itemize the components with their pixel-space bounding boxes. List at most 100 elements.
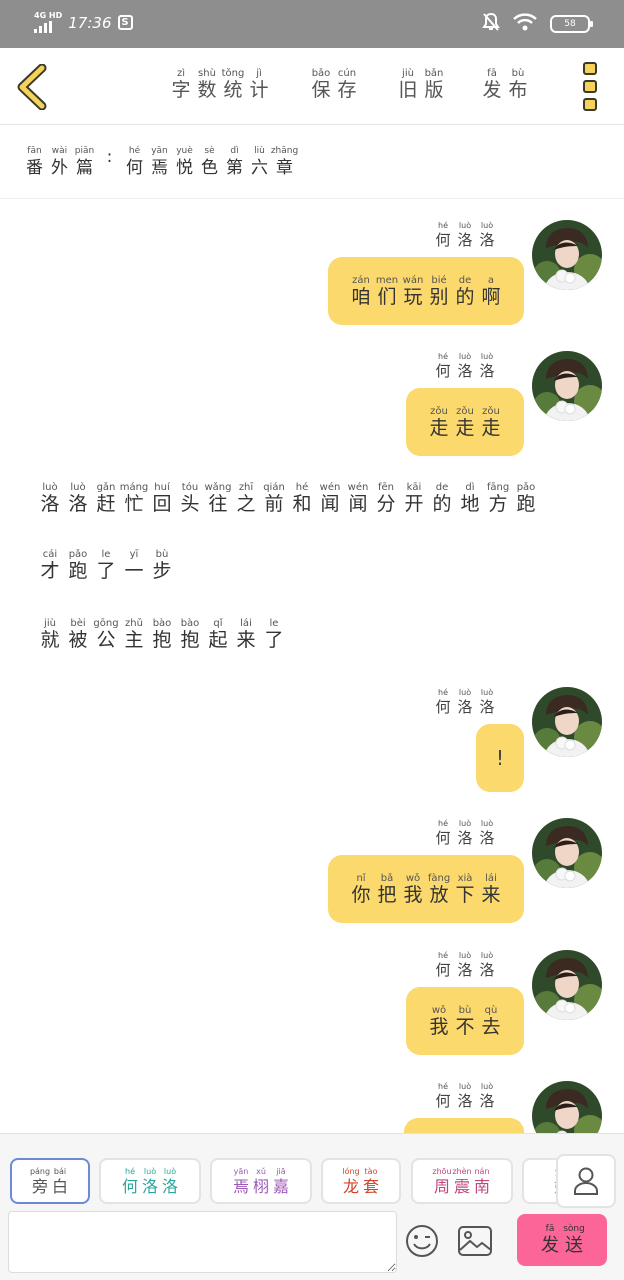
ruby-glyph: páng 旁 [30,1166,50,1196]
avatar[interactable] [532,818,602,888]
ruby-glyph: jiā 嘉 [271,1166,291,1196]
pinyin-text: luò [480,688,494,697]
hanzi-text: 抱 [152,629,172,651]
ruby-glyph: bié 别 [426,275,452,308]
ruby-glyph: luò 洛 [36,482,64,515]
pinyin-text: fā [487,68,497,79]
word-count-button[interactable]: zì 字 shù 数 tǒng 统 jì 计 [170,68,270,101]
hanzi-text: 不 [455,1015,475,1038]
avatar-image [532,687,602,757]
ruby-glyph: nán 南 [472,1166,492,1196]
hanzi-text: 旁 [31,1177,48,1196]
pinyin-text: piān [74,146,95,156]
hanzi-text: 何 [121,1177,138,1196]
ruby-glyph: jì 计 [248,68,270,101]
ruby-glyph: fān 番 [22,146,47,179]
ruby-glyph: qù 去 [478,1005,504,1038]
chat-message[interactable]: hé 何 luò 洛 luò 洛! [182,687,602,797]
pinyin-text: xià [457,872,473,884]
hanzi-text: 发 [482,79,502,101]
chat-message[interactable]: hé 何 luò 洛 luò 洛 zǒu 走 zǒu 走 zǒu 走 [182,351,602,461]
hanzi-text: 往 [208,493,228,515]
ruby-glyph: yuè 悦 [172,146,197,179]
hanzi-text: 走 [455,416,475,439]
pinyin-text: luò [42,482,58,493]
publish-button[interactable]: fā 发 bù 布 [481,68,529,101]
hanzi-text: 地 [460,493,480,515]
pinyin-text: zhāng [270,146,299,156]
hanzi-text: 洛 [479,362,495,380]
pinyin-text: luò [143,1167,157,1176]
hanzi-text: 震 [453,1177,470,1196]
pinyin-text: jì [256,68,262,79]
ruby-glyph: bǎ 把 [374,873,400,906]
pinyin-text: men [375,274,399,286]
ruby-glyph: yān 焉 [147,146,172,179]
message-bubble[interactable]: zǒu 走 zǒu 走 zǒu 走 [406,388,524,456]
message-input[interactable] [8,1211,397,1273]
pinyin-text: zhōu [432,1167,452,1176]
ruby-glyph: luò 洛 [454,687,476,716]
ruby-glyph: hé 何 [120,1166,140,1196]
emoji-button[interactable] [404,1223,440,1259]
hanzi-text: 送 [565,1234,583,1256]
avatar[interactable] [532,687,602,757]
pinyin-text: zán [352,274,370,286]
avatar[interactable] [532,220,602,290]
more-menu-button[interactable] [583,62,597,111]
pinyin-text: hé [438,688,448,697]
character-chip[interactable]: zhōu 周 zhèn 震 nán 南 [411,1158,513,1204]
avatar[interactable] [532,950,602,1020]
pinyin-text: zǒu [482,405,500,417]
character-chip-narrator[interactable]: páng 旁 bái 白 [10,1158,90,1204]
ruby-glyph: : [97,146,122,179]
hanzi-text: 我 [429,1015,449,1038]
message-bubble[interactable]: ! [475,724,524,792]
ruby-glyph: luò 洛 [454,818,476,847]
send-button[interactable]: fā 发 sòng 送 [517,1214,607,1266]
pinyin-text: lóng [342,1167,360,1176]
pinyin-text: luò [163,1167,177,1176]
pinyin-text: luò [458,221,472,230]
ruby-glyph: luò 洛 [454,950,476,979]
avatar[interactable] [532,351,602,421]
hanzi-text: 抱 [180,629,200,651]
hanzi-text: : [106,147,113,167]
pinyin-text: gǎn [96,482,116,493]
hanzi-text: 计 [249,79,269,101]
pinyin-text: bái [53,1167,67,1176]
ruby-glyph: tào 套 [361,1166,381,1196]
narration-line[interactable]: cái 才 pǎo 跑 le 了 yī 一 bù 步 [36,549,176,582]
message-text: ! [495,746,504,770]
hanzi-text: 头 [180,493,200,515]
pinyin-text: bèi [70,618,86,629]
character-chip[interactable]: lóng 龙 tào 套 [321,1158,401,1204]
ruby-glyph: piān 篇 [72,146,97,179]
narration-line[interactable]: luò 洛 luò 洛 gǎn 赶 máng 忙 huí 回 tóu 头 wǎng 往 zhī 之 qián 前 h… [36,482,540,515]
ruby-glyph: luò 洛 [454,351,476,380]
compose-panel: páng 旁 bái 白 hé 何 luò 洛 luò 洛 yān 焉 xǔ 栩 jiā 嘉 lóng 龙 t… [0,1133,624,1280]
character-chip[interactable]: yān 焉 xǔ 栩 jiā 嘉 [210,1158,312,1204]
character-manage-button[interactable] [556,1154,616,1208]
chat-message[interactable]: hé 何 luò 洛 luò 洛 wǒ 我 bù 不 qù 去 [182,950,602,1060]
character-chip[interactable]: yáo姚 [522,1158,558,1204]
ruby-glyph: gǎn 赶 [92,482,120,515]
chat-message[interactable]: hé 何 luò 洛 luò 洛 nǐ 你 bǎ 把 wǒ 我 fàng 放 xià 下 lái 来 [182,818,602,928]
old-version-button[interactable]: jiù 旧 bǎn 版 [397,68,445,101]
hanzi-text: 玩 [403,285,423,308]
message-bubble[interactable]: wǒ 我 bù 不 qù 去 [406,987,524,1055]
back-button[interactable] [14,63,54,111]
message-bubble[interactable]: zán 咱 men 们 wán 玩 bié 别 de 的 a 啊 [328,257,524,325]
character-chip[interactable]: hé 何 luò 洛 luò 洛 [99,1158,201,1204]
ruby-glyph: yān 焉 [231,1166,251,1196]
pinyin-text: luò [480,819,494,828]
chat-message[interactable]: hé 何 luò 洛 luò 洛 zán 咱 men 们 wán 玩 bié 别 de 的 a 啊 [182,220,602,330]
narration-line[interactable]: jiù 就 bèi 被 gōng 公 zhǔ 主 bào 抱 bào 抱 qǐ 起 lái 来 le 了 [36,618,288,651]
ruby-glyph: bǎn 版 [423,68,445,101]
insert-image-button[interactable] [457,1225,493,1257]
save-button[interactable]: bǎo 保 cún 存 [310,68,358,101]
message-bubble[interactable]: nǐ 你 bǎ 把 wǒ 我 fàng 放 xià 下 lái 来 [328,855,524,923]
ruby-glyph: fā 发 [481,68,503,101]
ruby-glyph: xià 下 [452,873,478,906]
hanzi-text: 开 [404,493,424,515]
